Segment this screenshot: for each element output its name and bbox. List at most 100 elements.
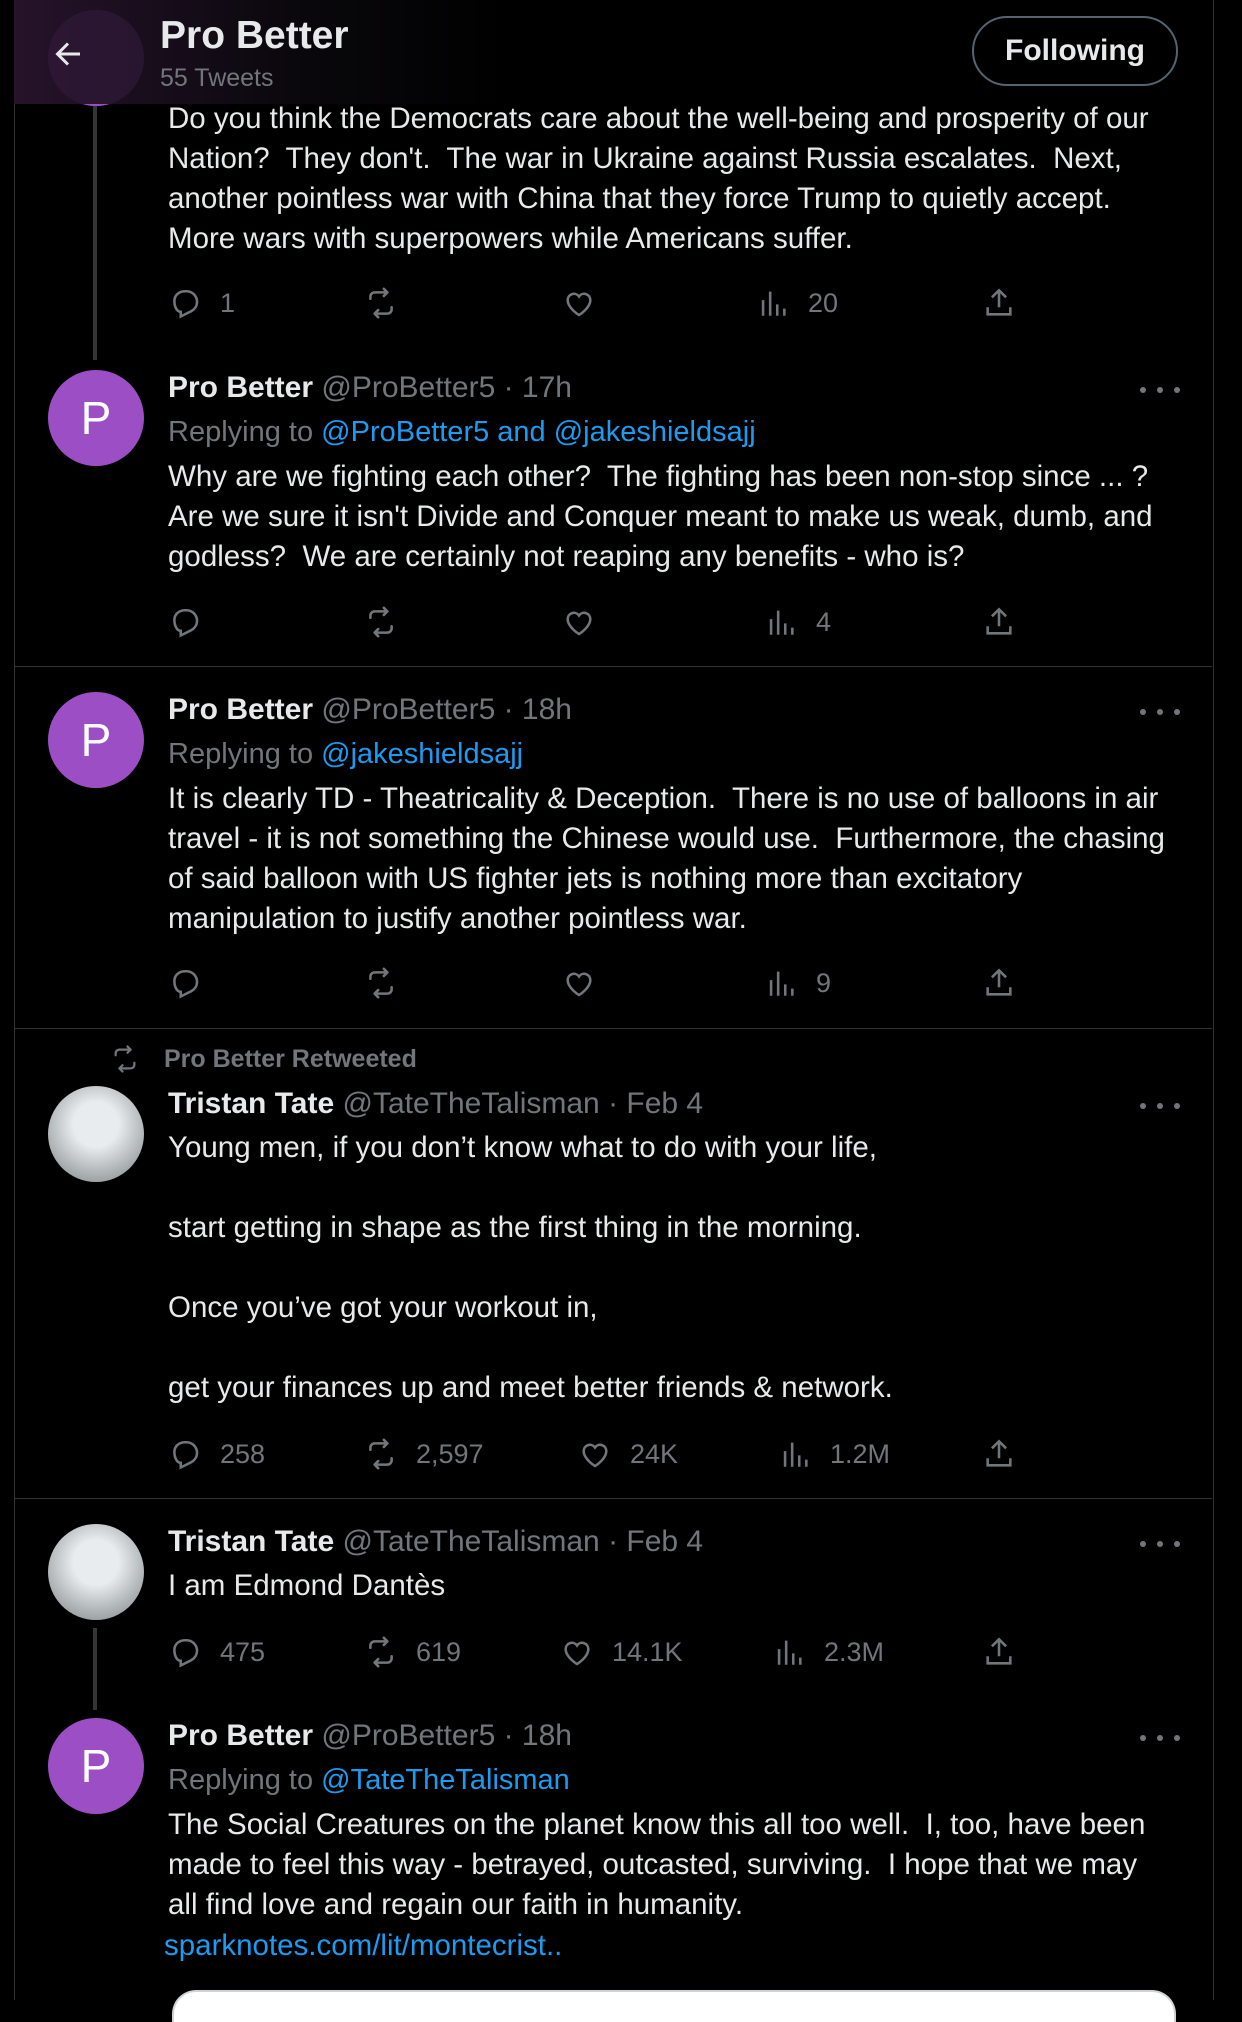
reply-icon	[173, 1440, 199, 1470]
views-count: 20	[808, 287, 839, 318]
tweet-text: Young men, if you don’t know what to do …	[168, 1131, 893, 1404]
avatar[interactable]: P	[48, 370, 144, 466]
reply-count: 258	[220, 1438, 266, 1469]
reply-button[interactable]	[168, 602, 220, 642]
divider	[14, 666, 1212, 667]
replying-label: Replying to	[168, 738, 322, 770]
views-button[interactable]: 4	[764, 602, 831, 642]
tweet-text: Why are we fighting each other? The figh…	[168, 460, 1163, 573]
tweet-text: The Social Creatures on the planet know …	[168, 1808, 1154, 1921]
reply-icon	[173, 289, 199, 319]
tweet-header: Pro Better @ProBetter5 · 18h	[168, 693, 572, 727]
like-button[interactable]	[562, 283, 614, 323]
reply-button[interactable]: 258	[168, 1434, 265, 1474]
back-button[interactable]	[40, 26, 96, 82]
replying-to: Replying to @ProBetter5 and @jakeshields…	[168, 416, 756, 449]
link-card-preview[interactable]	[172, 1990, 1176, 2022]
divider	[14, 1498, 1212, 1499]
retweet-button[interactable]: 2,597	[364, 1434, 484, 1474]
thread-line	[93, 1628, 97, 1710]
replying-label: Replying to	[168, 416, 322, 448]
more-dot	[1174, 709, 1180, 715]
retweet-icon	[369, 1438, 393, 1470]
share-button[interactable]	[982, 1632, 1034, 1672]
more-dot	[1140, 387, 1146, 393]
author-name[interactable]: Pro Better	[168, 1719, 313, 1752]
views-button[interactable]: 9	[764, 963, 831, 1003]
author-handle-time[interactable]: @ProBetter5 · 18h	[321, 693, 572, 726]
share-button[interactable]	[982, 283, 1034, 323]
share-icon	[986, 607, 1012, 635]
retweet-count: 619	[416, 1636, 462, 1667]
replying-mentions[interactable]: @jakeshieldsajj	[321, 738, 523, 770]
reply-button[interactable]	[168, 963, 220, 1003]
more-options-button[interactable]	[1140, 1728, 1180, 1748]
heart-icon	[566, 611, 592, 636]
avatar-letter: P	[80, 1740, 112, 1792]
replying-mentions[interactable]: @ProBetter5 and @jakeshieldsajj	[321, 416, 756, 448]
retweet-button[interactable]: 619	[364, 1632, 461, 1672]
retweet-button[interactable]	[364, 283, 416, 323]
more-dot	[1174, 1541, 1180, 1547]
author-handle-time[interactable]: @TateTheTalisman · Feb 4	[343, 1087, 704, 1120]
tweet-link[interactable]: sparknotes.com/lit/montecrist..	[164, 1929, 562, 1963]
reply-icon	[173, 1638, 199, 1668]
more-dot	[1174, 1735, 1180, 1741]
more-options-button[interactable]	[1140, 702, 1180, 722]
more-options-button[interactable]	[1140, 380, 1180, 400]
like-button[interactable]: 14.1K	[560, 1632, 683, 1672]
retweet-button[interactable]	[364, 963, 416, 1003]
share-button[interactable]	[982, 963, 1034, 1003]
more-dot	[1174, 387, 1180, 393]
avatar-letter: P	[80, 392, 112, 444]
share-button[interactable]	[982, 602, 1034, 642]
author-name[interactable]: Pro Better	[168, 371, 313, 404]
views-chart-icon	[783, 1442, 808, 1467]
reply-button[interactable]: 1	[168, 283, 235, 323]
more-dot	[1140, 709, 1146, 715]
reply-icon	[173, 969, 199, 999]
author-handle-time[interactable]: @ProBetter5 · 18h	[321, 1719, 572, 1752]
views-button[interactable]: 1.2M	[778, 1434, 890, 1474]
reply-count: 475	[220, 1636, 266, 1667]
retweet-icon	[114, 1045, 136, 1073]
retweeted-label: Pro Better Retweeted	[164, 1044, 417, 1073]
more-dot	[1157, 387, 1163, 393]
author-name[interactable]: Tristan Tate	[168, 1525, 334, 1558]
heart-icon	[564, 1641, 590, 1666]
tweet-text: It is clearly TD - Theatricality & Decep…	[168, 782, 1174, 935]
more-dot	[1157, 709, 1163, 715]
tweet-header: Pro Better @ProBetter5 · 18h	[168, 1719, 572, 1753]
avatar[interactable]: P	[48, 1718, 144, 1814]
avatar[interactable]: P	[48, 692, 144, 788]
views-button[interactable]: 2.3M	[772, 1632, 884, 1672]
arrow-left-icon	[55, 42, 80, 66]
author-name[interactable]: Pro Better	[168, 693, 313, 726]
retweet-button[interactable]	[364, 602, 416, 642]
avatar-photo[interactable]	[48, 1524, 144, 1620]
author-name[interactable]: Tristan Tate	[168, 1087, 334, 1120]
like-button[interactable]	[562, 602, 614, 642]
share-button[interactable]	[982, 1434, 1034, 1474]
share-icon	[986, 1439, 1012, 1467]
reply-icon	[173, 608, 199, 638]
more-options-button[interactable]	[1140, 1096, 1180, 1116]
author-handle-time[interactable]: @TateTheTalisman · Feb 4	[343, 1525, 704, 1558]
like-count: 24K	[630, 1438, 679, 1469]
profile-header: Pro Better 55 Tweets Following	[0, 0, 1242, 104]
retweeted-indicator[interactable]: Pro Better Retweeted	[110, 1044, 417, 1074]
more-dot	[1174, 1103, 1180, 1109]
retweet-icon	[369, 967, 393, 999]
more-dot	[1157, 1103, 1163, 1109]
following-button[interactable]: Following	[972, 16, 1178, 86]
views-button[interactable]: 20	[756, 283, 838, 323]
reply-button[interactable]: 475	[168, 1632, 265, 1672]
replying-mentions[interactable]: @TateTheTalisman	[321, 1764, 570, 1796]
more-options-button[interactable]	[1140, 1534, 1180, 1554]
tweet-actions: 258 2,597 24K 1.2M	[168, 1434, 1028, 1474]
like-button[interactable]	[562, 963, 614, 1003]
avatar-photo[interactable]	[48, 1086, 144, 1182]
like-button[interactable]: 24K	[578, 1434, 678, 1474]
tweet-actions: 4	[168, 602, 1028, 642]
author-handle-time[interactable]: @ProBetter5 · 17h	[321, 371, 572, 404]
